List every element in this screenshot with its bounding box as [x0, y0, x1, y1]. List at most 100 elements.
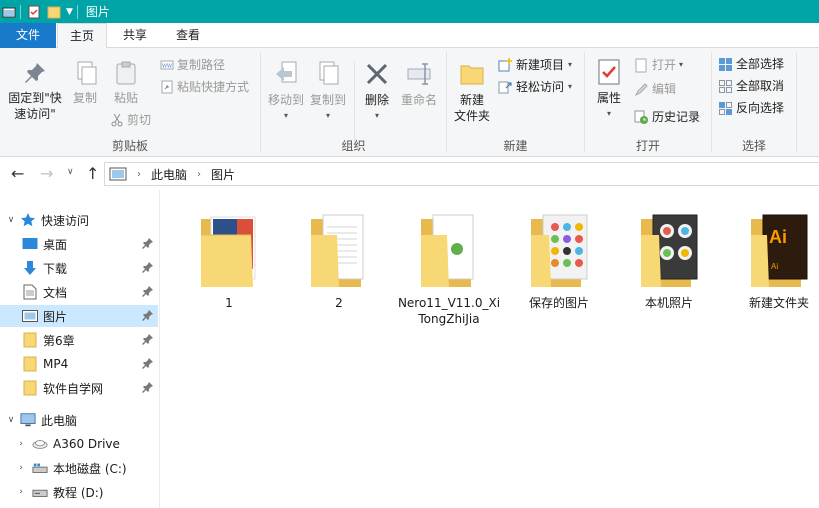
- cut-button[interactable]: 剪切: [110, 110, 151, 130]
- properties-quick-icon[interactable]: [27, 5, 41, 19]
- expand-chevron-icon[interactable]: ›: [16, 487, 26, 497]
- nav-item-mp4[interactable]: MP4: [0, 353, 158, 375]
- move-to-button[interactable]: 移动到 ▾: [264, 60, 308, 124]
- folder-item[interactable]: 2: [286, 205, 392, 311]
- copy-button[interactable]: 复制: [66, 60, 104, 106]
- pin-icon: [25, 63, 45, 83]
- properties-label: 属性: [596, 91, 621, 105]
- folder-photo-icon: [201, 216, 256, 287]
- open-button[interactable]: 打开 ▾: [634, 55, 683, 75]
- folder-document-icon: [311, 214, 364, 287]
- select-none-label: 全部取消: [736, 79, 785, 93]
- select-all-label: 全部选择: [736, 57, 785, 71]
- nav-quick-access-label: 快速访问: [41, 213, 90, 228]
- folder-icon: [22, 356, 38, 372]
- nav-drive-label: 教程 (D:): [53, 485, 104, 500]
- nav-item-label: 下载: [43, 261, 68, 276]
- folder-item[interactable]: 1: [176, 205, 282, 311]
- copy-to-label: 复制到: [309, 93, 346, 107]
- pictures-location-icon: [109, 167, 127, 181]
- tab-share[interactable]: 共享: [110, 23, 160, 48]
- folder-nero-icon: [421, 214, 474, 287]
- invert-selection-icon: [719, 101, 732, 115]
- easy-access-button[interactable]: 轻松访问 ▾: [498, 77, 572, 97]
- pin-to-quick-access-button[interactable]: 固定到"快速访问": [4, 60, 66, 122]
- organize-group-label: 组织: [341, 139, 366, 153]
- nav-drive-d[interactable]: › 教程 (D:): [0, 481, 158, 503]
- collapse-chevron-icon[interactable]: ∨: [6, 215, 16, 225]
- select-none-button[interactable]: 全部取消: [718, 76, 784, 96]
- clipboard-icon: [116, 61, 136, 85]
- nav-drive-c[interactable]: › 本地磁盘 (C:): [0, 457, 158, 479]
- tab-view[interactable]: 查看: [163, 23, 213, 48]
- edit-pencil-icon: [634, 82, 648, 96]
- tab-home[interactable]: 主页: [57, 23, 107, 49]
- easy-access-label: 轻松访问: [516, 80, 565, 94]
- copy-icon: [77, 61, 97, 85]
- collapse-chevron-icon[interactable]: ∨: [6, 415, 16, 425]
- ribbon: 固定到"快速访问" 复制 粘贴 WW 复制路径 粘贴快捷方式 剪切 剪贴板 移动…: [0, 48, 819, 157]
- new-folder-quick-icon[interactable]: [47, 5, 61, 19]
- customize-quick-access-icon[interactable]: ▼: [66, 7, 73, 17]
- properties-button[interactable]: 属性 ▾: [590, 58, 628, 122]
- copy-to-button[interactable]: 复制到 ▾: [306, 60, 350, 124]
- paste-shortcut-button[interactable]: 粘贴快捷方式: [160, 77, 249, 97]
- history-button[interactable]: 历史记录: [634, 107, 700, 127]
- select-all-icon: [719, 57, 732, 71]
- pinned-icon: [142, 310, 153, 321]
- breadcrumb-this-pc[interactable]: 此电脑: [151, 166, 187, 183]
- rename-button[interactable]: 重命名: [398, 60, 440, 108]
- expand-chevron-icon[interactable]: ›: [16, 439, 26, 449]
- select-group-label: 选择: [741, 139, 766, 153]
- folder-item[interactable]: Nero11_V11.0_XiTongZhiJia: [396, 205, 502, 327]
- pinned-icon: [142, 382, 153, 393]
- system-drive-icon: [32, 460, 48, 476]
- new-item-button[interactable]: 新建项目 ▾: [498, 55, 572, 75]
- folder-item[interactable]: Ai Ai 新建文件夹: [726, 205, 819, 311]
- folder-item[interactable]: 保存的图片: [506, 205, 612, 311]
- delete-button[interactable]: 删除 ▾: [358, 60, 396, 124]
- nav-item-chapter6[interactable]: 第6章: [0, 329, 158, 351]
- expand-chevron-icon[interactable]: ›: [16, 463, 26, 473]
- nav-drive-a360[interactable]: › A360 Drive: [0, 433, 158, 455]
- folder-name: Nero11_V11.0_XiTongZhiJia: [397, 296, 501, 326]
- title-bar: ▼ 图片: [0, 0, 819, 23]
- new-item-label: 新建项目: [516, 58, 565, 72]
- open-group-label: 打开: [635, 139, 660, 153]
- nav-item-documents[interactable]: 文档: [0, 281, 158, 303]
- edit-button[interactable]: 编辑: [634, 79, 676, 99]
- copy-path-label: 复制路径: [177, 58, 226, 72]
- nav-item-desktop[interactable]: 桌面: [0, 233, 158, 255]
- move-to-label: 移动到: [267, 93, 304, 107]
- nav-item-software-site[interactable]: 软件自学网: [0, 377, 158, 399]
- svg-text:Ai: Ai: [771, 262, 778, 271]
- address-bar[interactable]: › 此电脑 › 图片: [104, 162, 819, 186]
- recent-locations-icon[interactable]: ∨: [67, 167, 74, 177]
- new-folder-button[interactable]: 新建 文件夹: [450, 60, 494, 124]
- folder-name: 本机照片: [644, 296, 693, 310]
- nav-this-pc[interactable]: ∨ 此电脑: [0, 409, 158, 431]
- select-all-button[interactable]: 全部选择: [718, 54, 784, 74]
- paste-button[interactable]: 粘贴: [106, 60, 146, 106]
- breadcrumb-pictures[interactable]: 图片: [211, 166, 235, 183]
- up-arrow-icon[interactable]: ↑: [86, 164, 99, 183]
- forward-arrow-icon[interactable]: →: [40, 164, 53, 183]
- history-icon: [634, 110, 648, 124]
- folder-item[interactable]: 本机照片: [616, 205, 722, 311]
- nav-quick-access[interactable]: ∨ 快速访问: [0, 209, 158, 231]
- nav-item-downloads[interactable]: 下载: [0, 257, 158, 279]
- folder-name: 保存的图片: [528, 296, 589, 310]
- copy-path-button[interactable]: WW 复制路径: [160, 55, 225, 75]
- invert-selection-button[interactable]: 反向选择: [718, 98, 784, 118]
- back-arrow-icon[interactable]: ←: [11, 164, 24, 183]
- nav-this-pc-label: 此电脑: [41, 413, 78, 428]
- explorer-window-icon[interactable]: [2, 5, 16, 19]
- history-label: 历史记录: [652, 110, 701, 124]
- rename-label: 重命名: [400, 93, 437, 107]
- nav-drive-label: 本地磁盘 (C:): [53, 461, 127, 476]
- desktop-icon: [22, 236, 38, 252]
- pinned-icon: [142, 262, 153, 273]
- tab-file[interactable]: 文件: [0, 23, 56, 48]
- folder-icons-collection-icon: [531, 214, 588, 287]
- nav-item-pictures[interactable]: 图片: [0, 305, 158, 327]
